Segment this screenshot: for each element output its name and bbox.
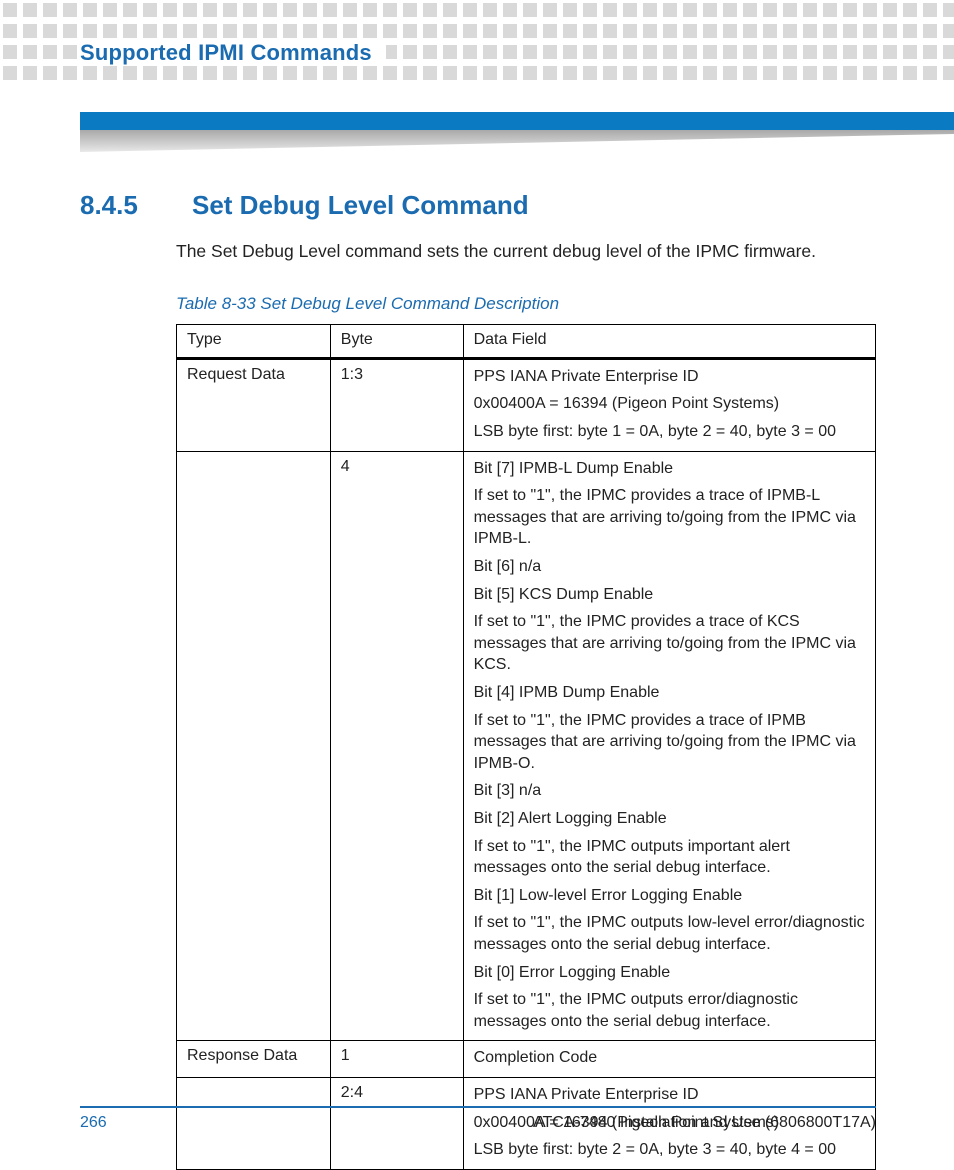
datafield-line: If set to "1", the IPMC outputs error/di…: [474, 989, 865, 1032]
section-number: 8.4.5: [80, 190, 154, 221]
datafield-line: Bit [4] IPMB Dump Enable: [474, 682, 865, 704]
cell-byte: 1: [330, 1041, 463, 1078]
datafield-line: Bit [6] n/a: [474, 556, 865, 578]
footer-rule: [80, 1106, 876, 1108]
document-id: ATCA-7480 Installation and Use (6806800T…: [533, 1114, 876, 1132]
datafield-line: Bit [0] Error Logging Enable: [474, 962, 865, 984]
cell-datafield: Bit [7] IPMB-L Dump Enable If set to "1",…: [463, 451, 875, 1041]
section-intro: The Set Debug Level command sets the cur…: [176, 239, 876, 264]
datafield-line: If set to "1", the IPMC provides a trace…: [474, 485, 865, 550]
datafield-line: Bit [5] KCS Dump Enable: [474, 584, 865, 606]
cell-type: Request Data: [177, 358, 331, 451]
table-header-datafield: Data Field: [463, 324, 875, 358]
table-row: Response Data1 Completion Code: [177, 1041, 876, 1078]
datafield-line: LSB byte first: byte 1 = 0A, byte 2 = 40…: [474, 421, 865, 443]
section-heading: 8.4.5 Set Debug Level Command: [80, 190, 876, 221]
cell-datafield: PPS IANA Private Enterprise ID 0x00400A =…: [463, 358, 875, 451]
cell-byte: 1:3: [330, 358, 463, 451]
cell-type: Response Data: [177, 1041, 331, 1078]
datafield-line: Completion Code: [474, 1047, 865, 1069]
table-row: 4 Bit [7] IPMB-L Dump Enable If set to "1"…: [177, 451, 876, 1041]
table-row: Request Data1:3PPS IANA Private Enterpri…: [177, 358, 876, 451]
datafield-line: PPS IANA Private Enterprise ID: [474, 366, 865, 388]
page-footer: 266 ATCA-7480 Installation and Use (6806…: [80, 1106, 876, 1132]
datafield-line: If set to "1", the IPMC provides a trace…: [474, 611, 865, 676]
datafield-line: Bit [7] IPMB-L Dump Enable: [474, 458, 865, 480]
command-description-table: Type Byte Data Field Request Data1:3PPS …: [176, 324, 876, 1170]
chapter-title: Supported IPMI Commands: [80, 40, 386, 66]
datafield-line: Bit [1] Low-level Error Logging Enable: [474, 885, 865, 907]
datafield-line: If set to "1", the IPMC outputs low-leve…: [474, 912, 865, 955]
datafield-line: If set to "1", the IPMC outputs importan…: [474, 836, 865, 879]
datafield-line: Bit [3] n/a: [474, 780, 865, 802]
table-header-byte: Byte: [330, 324, 463, 358]
cell-type: [177, 451, 331, 1041]
datafield-line: PPS IANA Private Enterprise ID: [474, 1084, 865, 1106]
page-number: 266: [80, 1114, 107, 1132]
table-header-type: Type: [177, 324, 331, 358]
datafield-line: LSB byte first: byte 2 = 0A, byte 3 = 40…: [474, 1139, 865, 1161]
table-caption: Table 8-33 Set Debug Level Command Descr…: [176, 294, 876, 314]
datafield-line: If set to "1", the IPMC provides a trace…: [474, 710, 865, 775]
datafield-line: 0x00400A = 16394 (Pigeon Point Systems): [474, 393, 865, 415]
section-title: Set Debug Level Command: [192, 190, 529, 221]
cell-byte: 4: [330, 451, 463, 1041]
cell-datafield: Completion Code: [463, 1041, 875, 1078]
datafield-line: Bit [2] Alert Logging Enable: [474, 808, 865, 830]
